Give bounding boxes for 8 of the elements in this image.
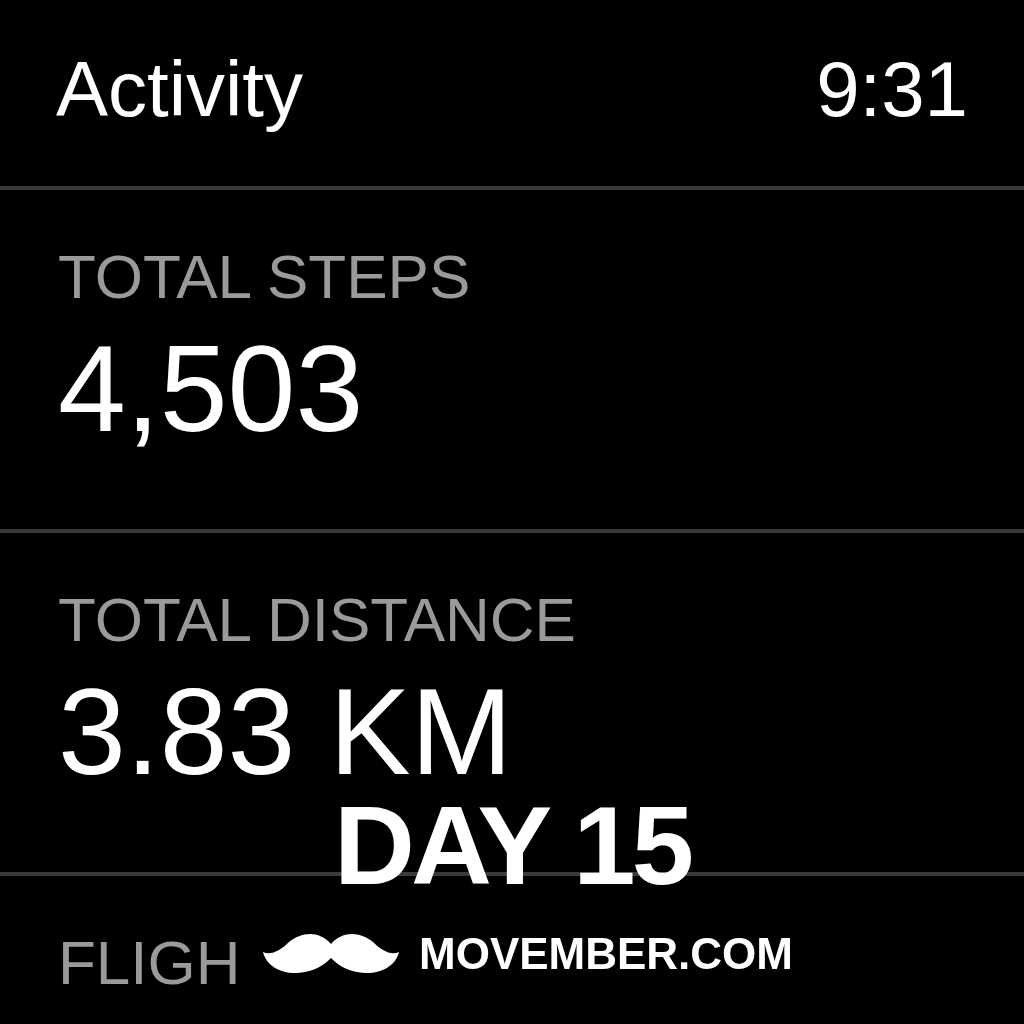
- metric-value: 4,503: [58, 328, 364, 450]
- metric-label: FLIGH: [58, 932, 241, 994]
- website-caption: MOVEMBER.COM: [419, 932, 793, 976]
- clock-time: 9:31: [816, 50, 968, 128]
- day-caption: DAY 15: [334, 790, 690, 902]
- metric-label: TOTAL DISTANCE: [58, 589, 576, 651]
- metric-value: 3.83 KM: [58, 671, 513, 793]
- metric-label: TOTAL STEPS: [58, 246, 471, 308]
